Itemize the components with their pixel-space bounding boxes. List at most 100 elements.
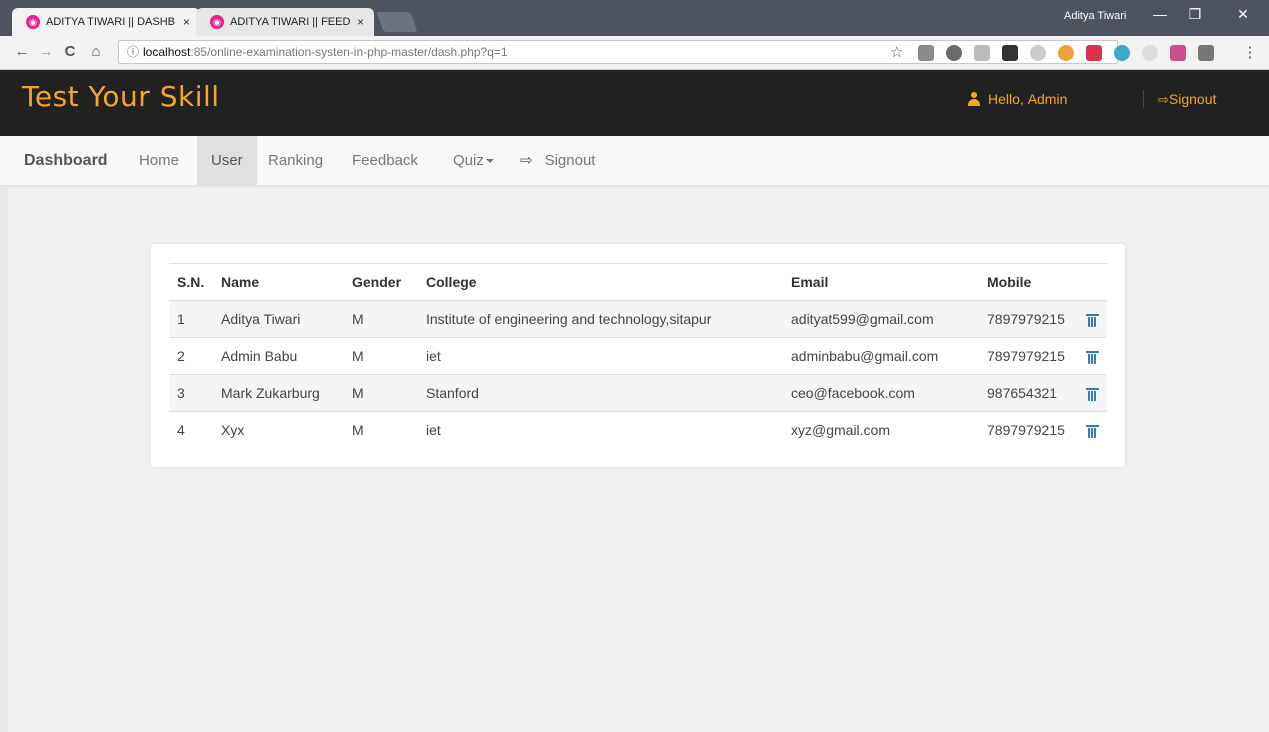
browser-tab-feedback[interactable]: ◉ ADITYA TIWARI || FEEDB/ ×	[196, 8, 374, 36]
url-path: :85/online-examination-systen-in-php-mas…	[190, 45, 508, 59]
extension-icon[interactable]	[946, 45, 962, 61]
hello-prefix: Hello,	[988, 91, 1024, 107]
cell-action	[1079, 374, 1107, 412]
cell-name: Admin Babu	[213, 337, 344, 375]
cell-email: adityat599@gmail.com	[783, 300, 979, 338]
trash-icon[interactable]	[1086, 424, 1099, 439]
nav-ranking[interactable]: Ranking	[268, 136, 323, 186]
cell-gender: M	[344, 337, 418, 375]
users-panel: S.N. Name Gender College Email Mobile 1 …	[151, 244, 1125, 467]
main-navbar: Dashboard Home User Ranking Feedback Qui…	[0, 136, 1269, 186]
cell-college: Institute of engineering and technology,…	[418, 300, 783, 338]
signout-icon: ⇨	[1158, 92, 1169, 107]
cell-college: Stanford	[418, 374, 783, 412]
divider	[1143, 90, 1144, 108]
menu-icon[interactable]: ⋮	[1240, 43, 1260, 61]
table-row: 3 Mark Zukarburg M Stanford ceo@facebook…	[169, 374, 1107, 412]
close-window-icon[interactable]: ✕	[1228, 6, 1258, 23]
extension-icon[interactable]	[1002, 45, 1018, 61]
home-icon[interactable]: ⌂	[86, 43, 106, 60]
tab-title: ADITYA TIWARI || FEEDB/	[230, 16, 351, 28]
extension-icon[interactable]	[974, 45, 990, 61]
tab-close-icon[interactable]: ×	[183, 15, 190, 29]
user-icon	[968, 92, 980, 106]
table-row: 1 Aditya Tiwari M Institute of engineeri…	[169, 300, 1107, 338]
signout-label: Signout	[544, 152, 596, 169]
users-table: S.N. Name Gender College Email Mobile 1 …	[169, 263, 1107, 449]
table-row: 4 Xyx M iet xyz@gmail.com 7897979215	[169, 411, 1107, 449]
back-icon[interactable]: ←	[12, 43, 32, 60]
nav-home[interactable]: Home	[139, 136, 179, 186]
info-icon[interactable]: ⓘ	[127, 45, 139, 59]
minimize-icon[interactable]: —	[1145, 6, 1175, 22]
cell-college: iet	[418, 411, 783, 449]
url-input[interactable]: ⓘ localhost:85/online-examination-systen-…	[118, 40, 1118, 64]
trash-icon[interactable]	[1086, 387, 1099, 402]
quiz-label: Quiz	[453, 152, 484, 169]
cell-sn: 2	[169, 337, 213, 375]
profile-name[interactable]: Aditya Tiwari	[1064, 10, 1126, 22]
navbar-brand[interactable]: Dashboard	[24, 136, 108, 186]
address-toolbar: ← → C ⌂ ⓘ localhost:85/online-examination…	[0, 36, 1269, 70]
signout-icon: ⇨	[520, 152, 533, 169]
caret-down-icon	[485, 159, 494, 164]
cell-email: ceo@facebook.com	[783, 374, 979, 412]
column-header-sn: S.N.	[169, 263, 213, 301]
cell-sn: 3	[169, 374, 213, 412]
extension-icon[interactable]	[1114, 45, 1130, 61]
cell-email: xyz@gmail.com	[783, 411, 979, 449]
cell-gender: M	[344, 411, 418, 449]
tab-title: ADITYA TIWARI || DASHB	[46, 16, 175, 28]
favicon-icon: ◉	[210, 15, 224, 29]
cell-sn: 4	[169, 411, 213, 449]
cell-action	[1079, 411, 1107, 449]
cell-mobile: 987654321	[979, 374, 1079, 412]
cell-email: adminbabu@gmail.com	[783, 337, 979, 375]
table-header-row: S.N. Name Gender College Email Mobile	[169, 263, 1107, 301]
hello-user[interactable]: Hello, Admin	[968, 91, 1067, 107]
column-header-gender: Gender	[344, 263, 418, 301]
cell-name: Xyx	[213, 411, 344, 449]
nav-quiz-dropdown[interactable]: Quiz	[453, 136, 494, 186]
column-header-name: Name	[213, 263, 344, 301]
page-edge	[0, 186, 8, 732]
reload-icon[interactable]: C	[60, 43, 80, 60]
extension-icon[interactable]	[1170, 45, 1186, 61]
trash-icon[interactable]	[1086, 313, 1099, 328]
table-row: 2 Admin Babu M iet adminbabu@gmail.com 7…	[169, 337, 1107, 375]
cookie-extension-icon[interactable]	[1058, 45, 1074, 61]
restore-icon[interactable]: ❐	[1180, 6, 1210, 23]
cell-gender: M	[344, 374, 418, 412]
favicon-icon: ◉	[26, 15, 40, 29]
extension-icon[interactable]	[1142, 45, 1158, 61]
gmail-extension-icon[interactable]	[918, 45, 934, 61]
extension-icon[interactable]	[1030, 45, 1046, 61]
cell-sn: 1	[169, 300, 213, 338]
column-header-action	[1079, 263, 1107, 301]
bookmark-star-icon[interactable]: ☆	[890, 43, 903, 61]
url-host: localhost	[143, 45, 191, 59]
tab-close-icon[interactable]: ×	[357, 15, 364, 29]
forward-icon[interactable]: →	[36, 43, 56, 60]
browser-tab-dashboard[interactable]: ◉ ADITYA TIWARI || DASHB ×	[12, 8, 200, 36]
extension-icon[interactable]	[1086, 45, 1102, 61]
cell-name: Mark Zukarburg	[213, 374, 344, 412]
signout-label: Signout	[1168, 91, 1217, 107]
cell-action	[1079, 300, 1107, 338]
cell-gender: M	[344, 300, 418, 338]
column-header-email: Email	[783, 263, 979, 301]
cell-college: iet	[418, 337, 783, 375]
cell-action	[1079, 337, 1107, 375]
header-signout-link[interactable]: ⇨Signout	[1158, 91, 1216, 108]
cell-mobile: 7897979215	[979, 411, 1079, 449]
nav-user[interactable]: User	[197, 136, 257, 186]
nav-signout[interactable]: ⇨ Signout	[520, 136, 595, 186]
cell-mobile: 7897979215	[979, 337, 1079, 375]
extension-icon[interactable]	[1198, 45, 1214, 61]
browser-tab-bar: ◉ ADITYA TIWARI || DASHB × ◉ ADITYA TIWA…	[0, 0, 1269, 36]
new-tab-button[interactable]	[376, 12, 418, 32]
nav-feedback[interactable]: Feedback	[352, 136, 418, 186]
column-header-college: College	[418, 263, 783, 301]
hello-name: Admin	[1027, 91, 1068, 107]
trash-icon[interactable]	[1086, 350, 1099, 365]
